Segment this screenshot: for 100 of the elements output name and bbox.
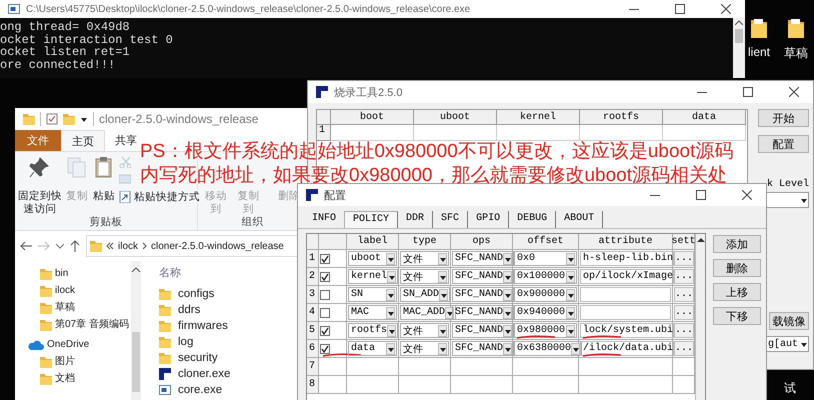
nav-item[interactable]: 第07章 音频编码 xyxy=(40,318,129,331)
close-icon[interactable] xyxy=(721,4,731,14)
nav-item[interactable]: 图片 xyxy=(40,355,75,368)
nav-item[interactable]: ilock xyxy=(40,284,76,297)
browse-button[interactable]: ... xyxy=(674,269,694,284)
column-header[interactable]: 名称 xyxy=(159,266,181,280)
load-image-button[interactable]: 载镜像 xyxy=(769,312,809,330)
offset-dropdown[interactable]: 0x0 xyxy=(514,251,577,266)
nav-item[interactable]: bin xyxy=(40,267,68,280)
properties-icon[interactable] xyxy=(46,113,58,125)
folder-icon[interactable] xyxy=(788,18,804,38)
ops-dropdown[interactable]: SFC_NAND xyxy=(452,323,514,338)
browse-button[interactable]: ... xyxy=(674,305,694,320)
attribute-field[interactable]: h-sleep-lib.bin xyxy=(580,251,674,266)
action-button[interactable]: 下移 xyxy=(713,307,761,325)
browse-button[interactable]: ... xyxy=(674,323,694,338)
offset-dropdown[interactable]: 0x940000 xyxy=(514,305,577,320)
offset-dropdown[interactable]: 0x900000 xyxy=(514,287,577,302)
label-dropdown[interactable]: SN xyxy=(348,287,397,302)
scroll-thumb[interactable] xyxy=(735,29,743,43)
scrollbar[interactable] xyxy=(695,234,705,400)
action-button[interactable]: 删除 xyxy=(713,259,761,277)
type-dropdown[interactable]: 文件 xyxy=(400,341,449,356)
up-arrow-icon[interactable] xyxy=(70,240,80,252)
type-dropdown[interactable]: 文件 xyxy=(400,251,449,266)
tab[interactable]: GPIO xyxy=(468,211,510,228)
file-item[interactable]: security xyxy=(159,351,218,365)
scrollbar[interactable] xyxy=(733,18,745,78)
breadcrumb-link[interactable]: ilock xyxy=(118,240,138,252)
offset-dropdown[interactable]: 0x980000 xyxy=(514,323,577,338)
caret-icon[interactable] xyxy=(80,115,88,123)
tab[interactable]: DEBUG xyxy=(509,211,556,228)
action-button[interactable]: 添加 xyxy=(713,235,761,253)
back-arrow-icon[interactable] xyxy=(20,241,32,251)
tab[interactable]: ABOUT xyxy=(556,211,604,228)
action-button[interactable]: 开始 xyxy=(758,109,809,127)
attribute-field[interactable]: lock/system.ubi xyxy=(580,323,674,338)
file-item[interactable]: cloner.exe xyxy=(159,367,230,381)
tab[interactable]: INFO xyxy=(304,211,344,228)
type-dropdown[interactable]: SN_ADD xyxy=(400,287,450,302)
level-dropdown[interactable] xyxy=(765,192,809,208)
scroll-up-icon[interactable] xyxy=(735,20,743,26)
type-dropdown[interactable]: 文件 xyxy=(400,269,449,284)
scrollbar[interactable] xyxy=(131,261,141,400)
ribbon-button[interactable]: 粘贴 xyxy=(93,190,115,203)
ribbon-button[interactable]: 粘贴快捷方式 xyxy=(119,190,200,204)
maximize-icon[interactable] xyxy=(696,190,706,200)
label-dropdown[interactable]: MAC xyxy=(348,305,397,320)
desktop-label[interactable]: 草稿 xyxy=(784,45,808,62)
ops-dropdown[interactable]: SFC_NAND xyxy=(452,251,514,266)
tab[interactable]: SFC xyxy=(433,211,468,228)
attribute-field[interactable]: op/ilock/xImage xyxy=(580,269,674,284)
ribbon-tab[interactable]: 主页 xyxy=(61,130,105,151)
browse-button[interactable]: ... xyxy=(674,251,694,266)
nav-item[interactable]: 文档 xyxy=(40,372,75,385)
maximize-icon[interactable] xyxy=(675,4,685,14)
mode-dropdown[interactable]: g[aut xyxy=(765,336,809,352)
browse-button[interactable]: ... xyxy=(674,341,694,356)
ops-dropdown[interactable]: SFC_NAND xyxy=(452,341,514,356)
file-item[interactable]: core.exe xyxy=(159,383,222,397)
label-dropdown[interactable]: uboot xyxy=(348,251,397,266)
close-icon[interactable] xyxy=(742,190,752,200)
tab[interactable]: DDR xyxy=(398,211,434,228)
file-item[interactable]: configs xyxy=(159,287,214,301)
tab[interactable]: POLICY xyxy=(344,211,398,228)
label-dropdown[interactable]: data xyxy=(348,341,397,356)
checkbox[interactable] xyxy=(320,254,330,264)
scroll-thumb[interactable] xyxy=(132,332,140,392)
folder-icon[interactable] xyxy=(751,18,767,38)
checkbox[interactable] xyxy=(320,290,330,300)
checkbox[interactable] xyxy=(320,326,330,336)
file-item[interactable]: firmwares xyxy=(159,319,228,333)
ops-dropdown[interactable]: SFC_NAND xyxy=(452,287,514,302)
file-item[interactable]: log xyxy=(159,335,194,349)
desktop-label[interactable]: lient xyxy=(748,45,770,59)
chevron-down-icon[interactable] xyxy=(56,243,64,249)
ribbon-tab[interactable]: 文件 xyxy=(15,130,61,151)
scroll-up-icon[interactable] xyxy=(132,267,140,272)
action-button[interactable]: 上移 xyxy=(713,283,761,301)
scroll-up-icon[interactable] xyxy=(696,237,704,242)
browse-button[interactable]: ... xyxy=(674,287,694,302)
offset-dropdown[interactable]: 0x100000 xyxy=(514,269,577,284)
action-button[interactable]: 配置 xyxy=(758,135,809,153)
ops-dropdown[interactable]: SFC_NAND xyxy=(452,269,514,284)
breadcrumb-link[interactable]: cloner-2.5.0-windows_release xyxy=(151,240,284,252)
label-dropdown[interactable]: kernel xyxy=(348,269,398,284)
label-dropdown[interactable]: rootfs xyxy=(348,323,398,338)
offset-dropdown[interactable]: 0x6380000 xyxy=(514,341,582,356)
checkbox[interactable] xyxy=(320,272,330,282)
type-dropdown[interactable]: 文件 xyxy=(400,323,449,338)
ribbon-button[interactable]: 固定到快速访问 xyxy=(18,190,62,216)
nav-item[interactable]: OneDrive xyxy=(28,338,90,351)
attribute-field[interactable]: /ilock/data.ubi xyxy=(580,341,674,356)
checkbox[interactable] xyxy=(320,308,330,318)
desktop-label[interactable]: 试 xyxy=(784,380,796,397)
close-icon[interactable] xyxy=(789,87,799,97)
ops-dropdown[interactable]: SFC_NAND xyxy=(452,305,514,320)
maximize-icon[interactable] xyxy=(743,87,753,97)
checkbox[interactable] xyxy=(320,344,330,354)
file-item[interactable]: ddrs xyxy=(159,303,200,317)
